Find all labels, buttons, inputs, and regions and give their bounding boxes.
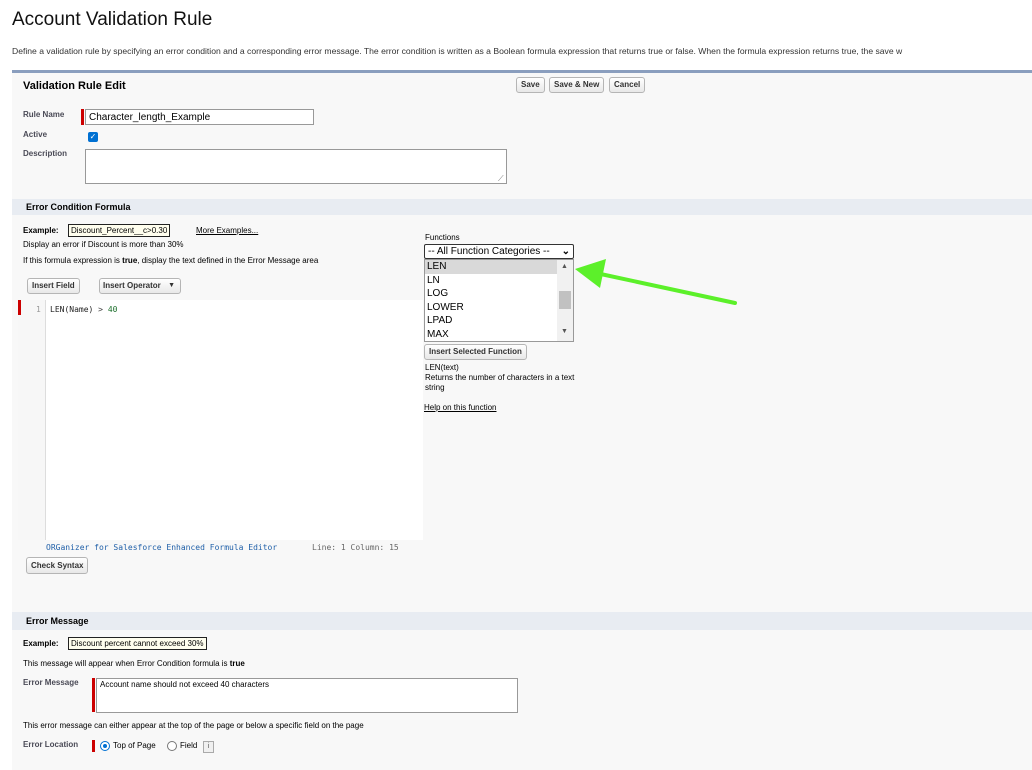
error-message-section-bar (12, 612, 1032, 630)
formula-section-bar (12, 199, 1032, 215)
function-signature: LEN(text) (425, 363, 459, 372)
check-icon: ✓ (89, 132, 97, 141)
resize-handle-icon[interactable]: ⟋ (498, 175, 506, 183)
dropdown-arrow-icon: ▼ (168, 282, 175, 289)
formula-hint-1: Display an error if Discount is more tha… (23, 240, 184, 249)
line-number: 1 (36, 305, 41, 314)
insert-operator-button[interactable]: Insert Operator ▼ (99, 278, 181, 294)
cancel-button[interactable]: Cancel (609, 77, 646, 93)
required-indicator (18, 300, 21, 315)
panel-title: Validation Rule Edit (23, 80, 126, 92)
scroll-up-icon[interactable]: ▲ (561, 263, 568, 270)
top-of-page-label: Top of Page (113, 741, 156, 750)
function-option-max[interactable]: MAX (425, 328, 573, 342)
formula-section-title: Error Condition Formula (26, 202, 131, 212)
rule-name-input[interactable] (85, 109, 314, 125)
save-button[interactable]: Save (516, 77, 545, 93)
active-checkbox[interactable]: ✓ (88, 132, 98, 142)
function-option-lower[interactable]: LOWER (425, 301, 573, 315)
description-textarea[interactable] (85, 149, 507, 184)
more-examples-link[interactable]: More Examples... (196, 226, 258, 235)
error-message-section-title: Error Message (26, 616, 89, 626)
help-function-link[interactable]: Help on this function (424, 403, 497, 412)
required-indicator (92, 740, 95, 752)
formula-editor[interactable] (18, 300, 423, 540)
info-icon[interactable]: i (203, 741, 214, 753)
save-new-button[interactable]: Save & New (549, 77, 605, 93)
function-option-len[interactable]: LEN (425, 260, 573, 274)
page-title: Account Validation Rule (12, 9, 213, 30)
function-description: Returns the number of characters in a te… (425, 373, 575, 392)
editor-brand-link[interactable]: ORGanizer for Salesforce Enhanced Formul… (46, 543, 277, 552)
scroll-down-icon[interactable]: ▼ (561, 328, 568, 335)
formula-example-label: Example: (23, 226, 59, 235)
field-label: Field (180, 741, 198, 750)
editor-status: Line: 1 Column: 15 (312, 543, 399, 552)
functions-label: Functions (425, 233, 460, 242)
green-arrow-icon (575, 259, 737, 305)
page-description: Define a validation rule by specifying a… (12, 46, 903, 56)
required-indicator (81, 109, 84, 125)
top-of-page-radio[interactable] (100, 741, 110, 751)
description-label: Description (23, 149, 68, 158)
function-category-select[interactable]: -- All Function Categories -- ⌄ (424, 244, 574, 259)
error-location-hint: This error message can either appear at … (23, 721, 364, 730)
formula-code-line[interactable]: LEN(Name) > 40 (50, 305, 117, 314)
formula-hint-2: If this formula expression is true, disp… (23, 256, 319, 265)
error-message-hint: This message will appear when Error Cond… (23, 659, 245, 668)
function-option-log[interactable]: LOG (425, 287, 573, 301)
formula-example-value: Discount_Percent__c>0.30 (68, 224, 171, 237)
error-example-label: Example: (23, 639, 59, 648)
error-location-label: Error Location (23, 740, 79, 749)
insert-field-button[interactable]: Insert Field (27, 278, 80, 294)
required-indicator (92, 678, 95, 712)
error-message-textarea[interactable] (96, 678, 518, 713)
function-option-lpad[interactable]: LPAD (425, 314, 573, 328)
error-example-value: Discount percent cannot exceed 30% (68, 637, 207, 650)
insert-selected-function-button[interactable]: Insert Selected Function (424, 344, 527, 360)
rule-name-label: Rule Name (23, 110, 65, 119)
function-option-ln[interactable]: LN (425, 274, 573, 288)
function-listbox[interactable]: LEN LN LOG LOWER LPAD MAX ▲ ▼ (424, 259, 574, 342)
active-label: Active (23, 130, 48, 139)
field-radio[interactable] (167, 741, 177, 751)
editor-gutter (18, 300, 46, 540)
chevron-down-icon: ⌄ (561, 246, 570, 257)
check-syntax-button[interactable]: Check Syntax (26, 557, 89, 574)
error-message-label: Error Message (23, 678, 79, 687)
